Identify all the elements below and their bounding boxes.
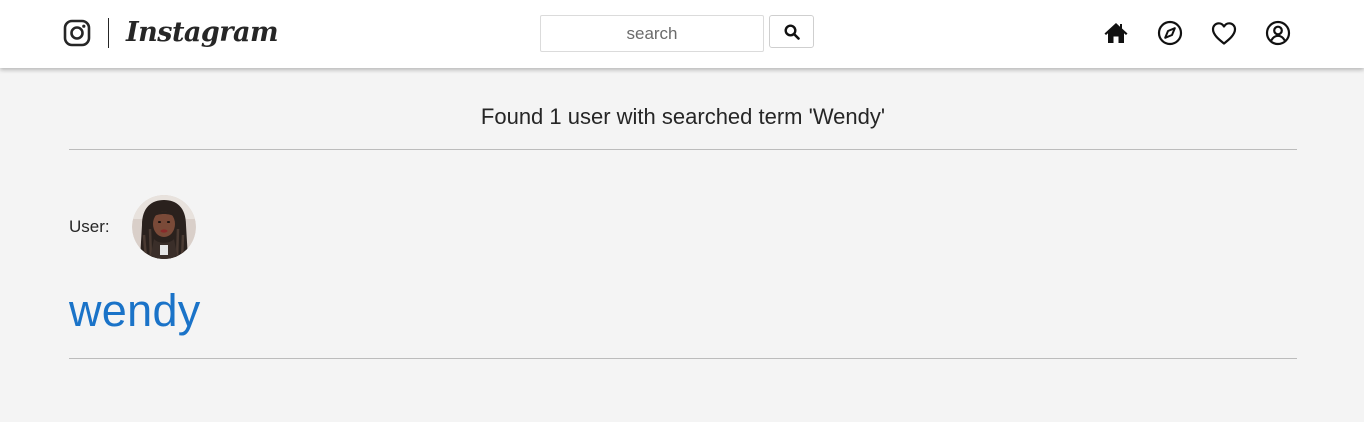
instagram-camera-icon [63, 19, 91, 47]
top-navbar: Instagram [0, 0, 1364, 68]
divider [69, 358, 1297, 359]
search-results: Found 1 user with searched term 'Wendy' … [69, 68, 1297, 359]
explore-button[interactable] [1156, 19, 1184, 47]
username-link[interactable]: wendy [69, 286, 201, 336]
search-bar [540, 15, 814, 52]
results-heading: Found 1 user with searched term 'Wendy' [480, 104, 886, 129]
user-result-row: User: [69, 195, 1297, 259]
search-icon [783, 23, 800, 40]
profile-icon [1265, 20, 1291, 46]
instagram-wordmark: Instagram [126, 17, 279, 48]
user-label: User: [69, 217, 110, 236]
heart-icon [1211, 22, 1237, 45]
activity-button[interactable] [1210, 19, 1238, 47]
home-icon [1104, 23, 1128, 43]
profile-button[interactable] [1264, 19, 1292, 47]
nav-icons [1102, 19, 1292, 47]
search-input[interactable] [540, 15, 764, 52]
brand-divider [108, 18, 109, 48]
home-button[interactable] [1102, 19, 1130, 47]
avatar[interactable] [131, 195, 196, 259]
divider [69, 149, 1297, 150]
search-button[interactable] [769, 15, 814, 48]
brand-logo[interactable]: Instagram [63, 14, 279, 52]
explore-compass-icon [1157, 20, 1183, 46]
